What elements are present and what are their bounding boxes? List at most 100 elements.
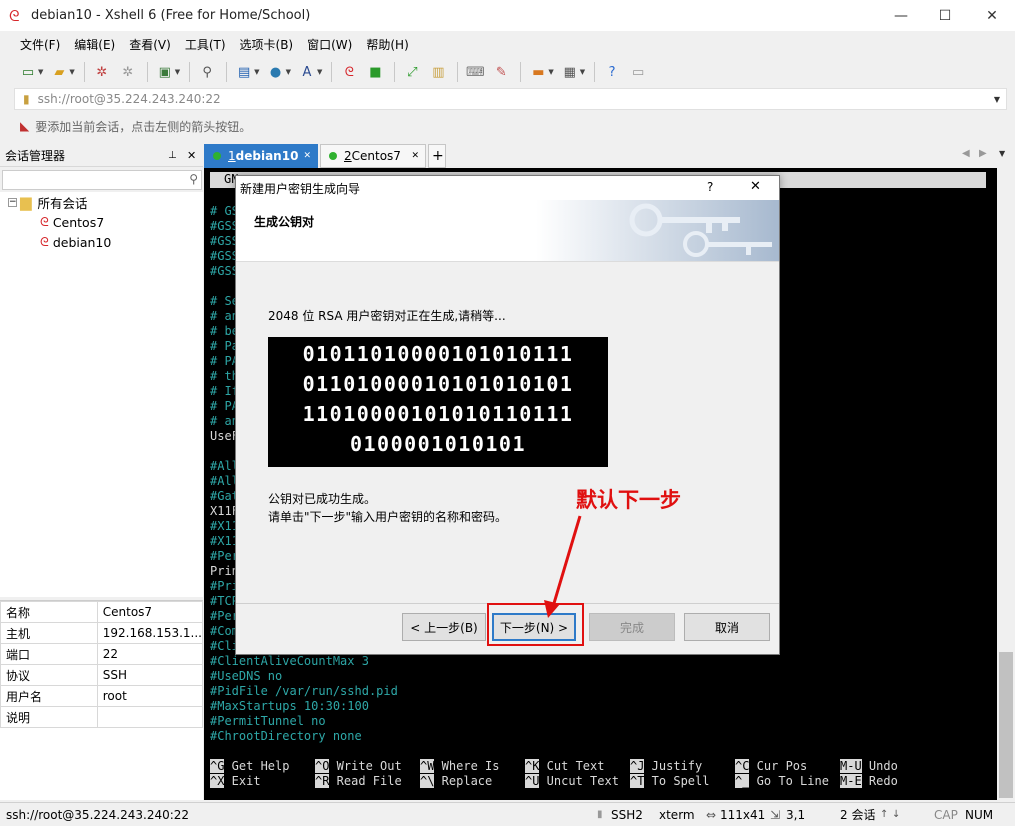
connect-icon[interactable]: ✲ [90, 61, 114, 83]
xshell-logo-icon: ᘓ [9, 6, 20, 25]
session-properties: 名称 Centos7 主机 192.168.153.1... 端口 22 协议 SSH … [0, 600, 204, 800]
toolbar: ▭ ▼ ▰ ▼ ✲ ✲ ▣ ▼ ⚲ ▤ ▼ ● ▼ A ▼ ᘓ ■ ⤢ ▥ ⌨ ✎ ▬ ▼ ▦… [0, 58, 1015, 86]
nano-shortcut: ^J Justify [630, 759, 703, 773]
terminal-scrollbar[interactable] [997, 168, 1015, 800]
connected-status-icon [213, 152, 221, 160]
nano-shortcut: ^R Read File [315, 774, 402, 788]
dialog-heading: 生成公钥对 [254, 215, 315, 229]
property-row: 主机 192.168.153.1... [0, 622, 204, 644]
tab-scroll-left-icon[interactable]: ◀ [962, 148, 970, 159]
pin-icon[interactable]: ⊥ [168, 150, 177, 161]
minimize-button[interactable]: — [878, 0, 924, 31]
tab-list-icon[interactable]: ▼ [999, 149, 1005, 158]
annotation-highlight-box [487, 603, 584, 646]
menu-tools[interactable]: 工具(T) [185, 36, 226, 53]
tab-centos7[interactable]: 2 Centos7 ✕ [320, 144, 426, 168]
nano-shortcut: ^T To Spell [630, 774, 710, 788]
open-folder-icon[interactable]: ▰ [47, 61, 71, 83]
status-position: 3,1 [786, 807, 806, 822]
property-row: 名称 Centos7 [0, 601, 204, 623]
maximize-button[interactable]: ☐ [922, 0, 968, 31]
disconnect-icon[interactable]: ✲ [116, 61, 140, 83]
tab-scroll-right-icon[interactable]: ▶ [979, 148, 987, 159]
generation-status: 2048 位 RSA 用户密钥对正在生成,请稍等... [268, 309, 506, 323]
success-message: 公钥对已成功生成。 [268, 492, 377, 506]
scroll-up-icon[interactable]: ↑ [880, 809, 888, 820]
menu-file[interactable]: 文件(F) [20, 36, 60, 53]
nano-shortcut: ^G Get Help [210, 759, 290, 773]
close-icon[interactable]: ✕ [187, 149, 196, 162]
menu-tabs[interactable]: 选项卡(B) [240, 36, 294, 53]
new-session-icon[interactable]: ▭ [16, 61, 40, 83]
session-search-input[interactable]: ⚲ [2, 170, 202, 190]
status-caps: CAP [934, 807, 958, 822]
terminal-line: #PidFile /var/run/sshd.pid [210, 684, 398, 698]
tab-bar: 1 debian10 ✕ 2 Centos7 ✕ + ◀ ▶ ▼ [204, 144, 1015, 168]
highlight-icon[interactable]: ✎ [489, 61, 513, 83]
cancel-button[interactable]: 取消 [684, 613, 770, 641]
fullscreen-icon[interactable]: ⤢ [400, 61, 424, 83]
address-bar[interactable]: ▮ ssh://root@35.224.243.240:22 ▼ [14, 88, 1007, 110]
session-item-debian10[interactable]: ᘓ debian10 [40, 232, 111, 252]
tile-icon[interactable]: ▦ [558, 61, 582, 83]
chevron-down-icon[interactable]: ▼ [994, 95, 1000, 104]
close-tab-icon[interactable]: ✕ [303, 151, 311, 161]
scrollbar-thumb[interactable] [999, 652, 1013, 798]
menu-window[interactable]: 窗口(W) [307, 36, 352, 53]
new-tab-button[interactable]: + [428, 144, 446, 168]
tab-debian10[interactable]: 1 debian10 ✕ [204, 144, 318, 168]
close-tab-icon[interactable]: ✕ [411, 151, 419, 161]
properties-icon[interactable]: ▣ [153, 61, 177, 83]
dialog-close-button[interactable]: ✕ [750, 179, 761, 194]
status-protocol: SSH2 [611, 807, 643, 822]
cursor-icon: ⇲ [770, 807, 781, 822]
status-connection: ssh://root@35.224.243.240:22 [6, 807, 190, 822]
dialog-help-button[interactable]: ? [707, 180, 713, 194]
nano-shortcut: ^C Cur Pos [735, 759, 808, 773]
scroll-down-icon[interactable]: ↓ [892, 809, 900, 820]
lock-icon: ▮ [23, 92, 30, 106]
globe-icon[interactable]: ● [264, 61, 288, 83]
keyboard-icon[interactable]: ⌨ [463, 61, 487, 83]
dialog-title: 新建用户密钥生成向导 [240, 181, 361, 196]
status-bar: ssh://root@35.224.243.240:22 ▮ SSH2 xter… [0, 802, 1015, 826]
help-icon[interactable]: ? [600, 61, 624, 83]
session-manager-title: 会话管理器 [5, 149, 66, 163]
dialog-title-bar: 新建用户密钥生成向导 ? ✕ [236, 176, 779, 200]
collapse-icon[interactable]: − [8, 197, 17, 207]
ssh-lock-icon: ▮ [597, 809, 603, 820]
menu-bar: 文件(F) 编辑(E) 查看(V) 工具(T) 选项卡(B) 窗口(W) 帮助(… [0, 33, 1015, 55]
lock-icon[interactable]: ▥ [426, 61, 450, 83]
property-row: 协议 SSH [0, 664, 204, 686]
status-terminal: xterm [659, 807, 695, 822]
folder-icon: ▆ [20, 193, 32, 211]
nano-shortcut: ^O Write Out [315, 759, 402, 773]
terminal-line: #ChrootDirectory none [210, 729, 362, 743]
status-num: NUM [965, 807, 994, 822]
size-icon: ⇔ [706, 807, 717, 822]
menu-view[interactable]: 查看(V) [129, 36, 171, 53]
font-icon[interactable]: A [295, 61, 319, 83]
session-item-centos7[interactable]: ᘓ Centos7 [40, 212, 104, 232]
add-session-arrow-icon[interactable]: ◣ [20, 119, 29, 133]
binary-display: 01011010000101010111 0110100001010101010… [268, 337, 608, 467]
layout-icon[interactable]: ▤ [232, 61, 256, 83]
session-tree: − ▆ 所有会话 ᘓ Centos7 ᘓ debian10 [0, 192, 203, 597]
menu-help[interactable]: 帮助(H) [366, 36, 408, 53]
back-button[interactable]: < 上一步(B) [402, 613, 486, 641]
xftp-icon[interactable]: ■ [363, 61, 387, 83]
transfer-icon[interactable]: ▬ [526, 61, 550, 83]
xshell-icon[interactable]: ᘓ [337, 61, 361, 83]
menu-edit[interactable]: 编辑(E) [74, 36, 115, 53]
finish-button[interactable]: 完成 [589, 613, 675, 641]
nano-shortcut: M-U Undo [840, 759, 898, 773]
nano-shortcut: ^_ Go To Line [735, 774, 829, 788]
search-icon[interactable]: ⚲ [189, 172, 198, 186]
chat-icon[interactable]: ▭ [626, 61, 650, 83]
property-row: 端口 22 [0, 643, 204, 665]
find-icon[interactable]: ⚲ [195, 61, 219, 83]
close-button[interactable]: ✕ [969, 0, 1015, 31]
address-value: ssh://root@35.224.243.240:22 [37, 92, 221, 106]
tree-root[interactable]: − ▆ 所有会话 [8, 192, 88, 212]
property-row: 说明 [0, 706, 204, 728]
